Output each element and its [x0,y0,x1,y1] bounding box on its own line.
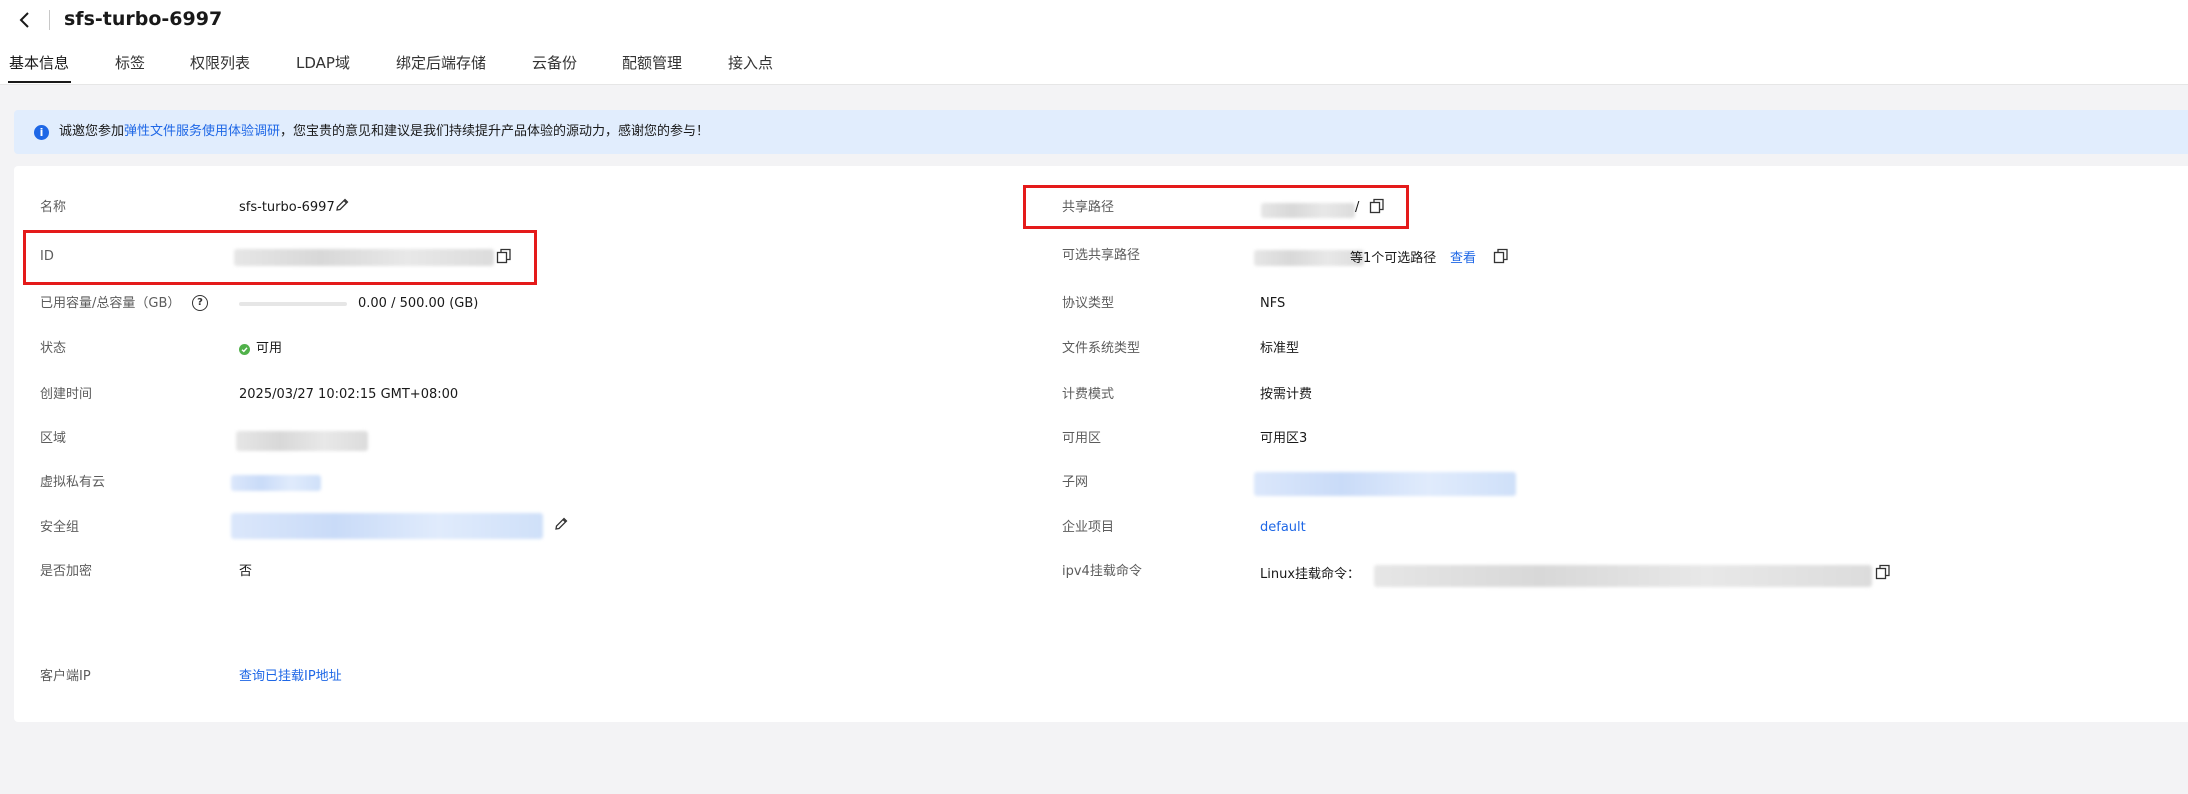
name-label: 名称 [40,200,67,215]
mount-command-prefix: Linux挂载命令： [1260,567,1361,582]
tab-cloud-backup[interactable]: 云备份 [532,52,577,74]
security-group-link-redacted[interactable] [231,513,543,539]
az-label: 可用区 [1062,431,1102,446]
alt-paths-count: 等1个可选路径 [1350,251,1437,266]
mount-command-label: ipv4挂载命令 [1062,564,1142,579]
view-alt-paths-link[interactable]: 查看 [1450,249,1476,269]
tab-bar: 基本信息 标签 权限列表 LDAP域 绑定后端存储 云备份 配额管理 接入点 [0,52,2188,85]
share-path-highlight-box [1023,185,1409,229]
client-ip-label: 客户端IP [40,669,91,684]
status-value: 可用 [256,341,283,356]
vpc-link-redacted[interactable] [231,475,321,491]
capacity-value: 0.00 / 500.00 (GB) [358,296,479,311]
copy-alt-paths-icon[interactable] [1492,247,1510,269]
subnet-link-redacted[interactable] [1254,472,1516,496]
created-value: 2025/03/27 10:02:15 GMT+08:00 [239,387,459,402]
subnet-label: 子网 [1062,475,1089,490]
tab-access-points[interactable]: 接入点 [728,52,773,74]
billing-value: 按需计费 [1260,387,1313,402]
id-highlight-box [23,230,537,285]
survey-link[interactable]: 弹性文件服务使用体验调研 [124,124,280,139]
name-value: sfs-turbo-6997 [239,200,335,215]
status-label: 状态 [40,341,67,356]
info-icon: i [34,125,49,140]
tab-basic-info[interactable]: 基本信息 [9,52,69,74]
encrypted-label: 是否加密 [40,564,93,579]
security-group-label: 安全组 [40,520,80,535]
page-header: sfs-turbo-6997 基本信息 标签 权限列表 LDAP域 绑定后端存储… [0,0,2188,85]
banner-text: 诚邀您参加弹性文件服务使用体验调研，您宝贵的意见和建议是我们持续提升产品体验的源… [59,110,709,154]
capacity-label: 已用容量/总容量（GB） [40,296,181,311]
mount-command-redacted [1374,565,1872,587]
billing-label: 计费模式 [1062,387,1115,402]
alt-paths-label: 可选共享路径 [1062,248,1141,263]
protocol-value: NFS [1260,296,1286,311]
help-icon[interactable]: ? [192,295,208,311]
banner-suffix: ，您宝贵的意见和建议是我们持续提升产品体验的源动力，感谢您的参与！ [280,124,710,139]
edit-security-group-icon[interactable] [553,516,569,536]
tab-permissions[interactable]: 权限列表 [190,52,250,74]
protocol-label: 协议类型 [1062,296,1115,311]
banner-prefix: 诚邀您参加 [59,124,125,139]
vpc-label: 虚拟私有云 [40,475,106,490]
tab-quota[interactable]: 配额管理 [622,52,682,74]
fs-type-value: 标准型 [1260,341,1300,356]
capacity-progress-bar [239,302,347,306]
region-label: 区域 [40,431,67,446]
query-mounted-ip-link[interactable]: 查询已挂载IP地址 [239,667,342,687]
survey-banner: i 诚邀您参加弹性文件服务使用体验调研，您宝贵的意见和建议是我们持续提升产品体验… [14,110,2188,154]
edit-name-icon[interactable] [334,197,350,217]
title-divider [49,10,50,30]
back-arrow-icon[interactable] [14,8,36,32]
created-label: 创建时间 [40,387,93,402]
az-value: 可用区3 [1260,431,1308,446]
fs-type-label: 文件系统类型 [1062,341,1141,356]
alt-paths-redacted [1254,250,1364,266]
active-tab-indicator [8,81,71,83]
tab-ldap[interactable]: LDAP域 [296,52,350,74]
detail-card: 名称 sfs-turbo-6997 ID 已用容量/总容量（GB） ? 0.00… [14,166,2188,722]
encrypted-value: 否 [239,564,253,579]
page-title: sfs-turbo-6997 [64,8,223,30]
status-dot-icon [239,344,250,355]
project-label: 企业项目 [1062,520,1115,535]
tab-tags[interactable]: 标签 [115,52,145,74]
project-link[interactable]: default [1260,518,1306,538]
copy-mount-command-icon[interactable] [1874,563,1892,585]
tab-backend-storage[interactable]: 绑定后端存储 [396,52,486,74]
region-value-redacted [236,431,368,451]
